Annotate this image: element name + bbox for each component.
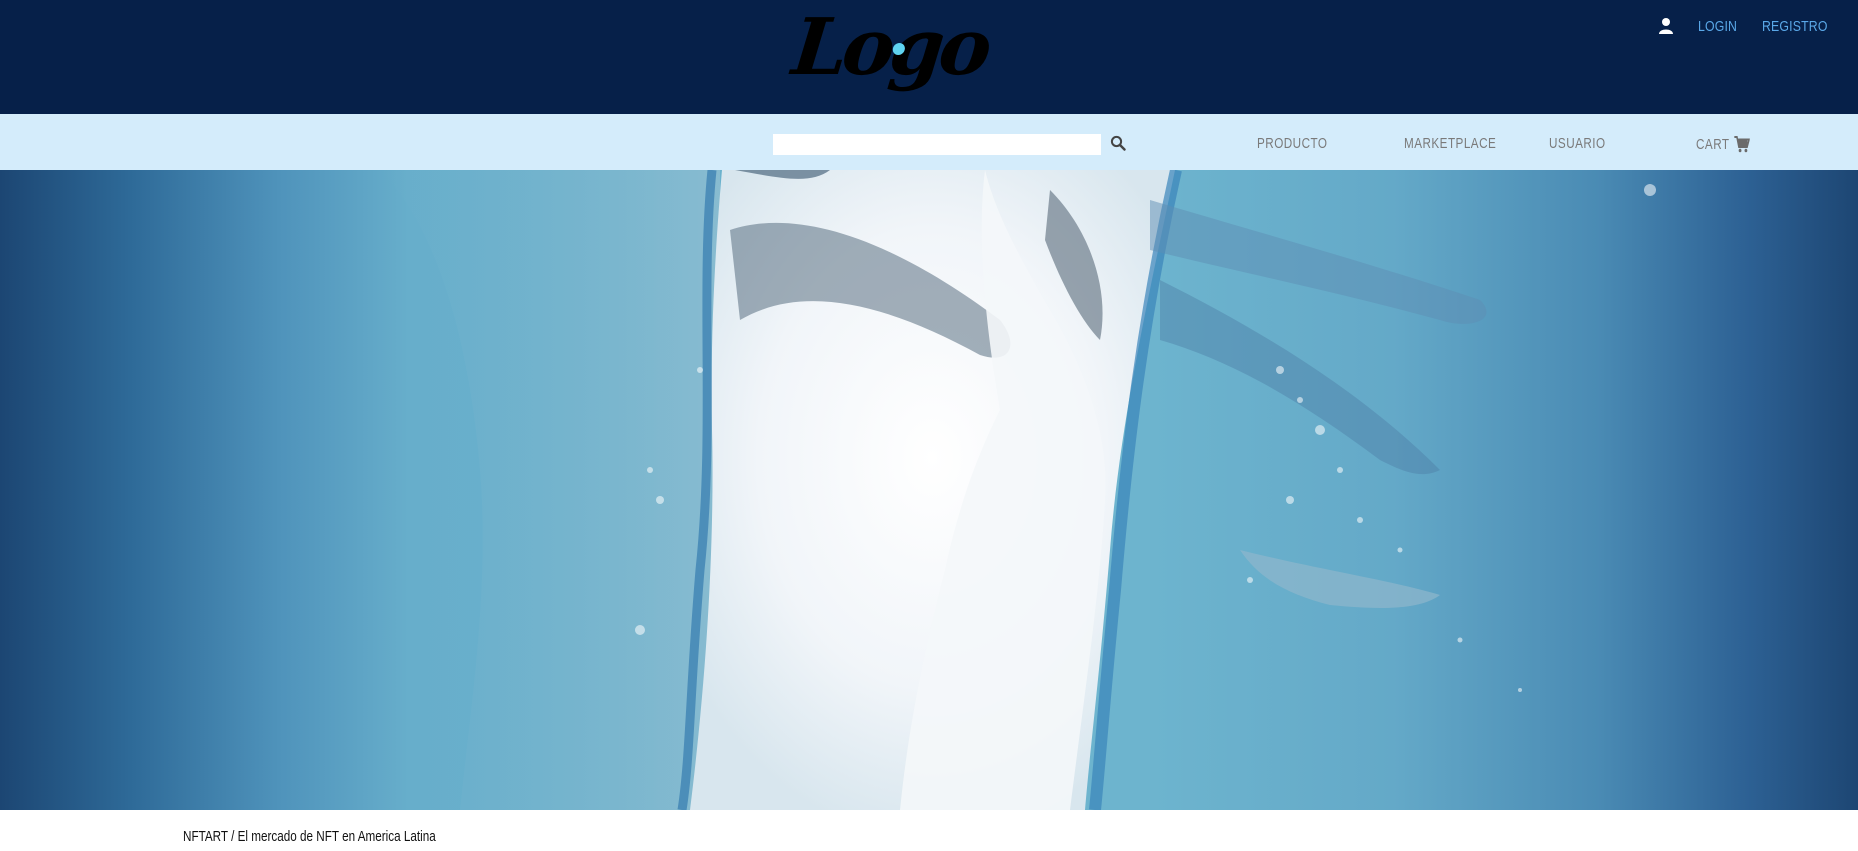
logo-text: Logo — [788, 2, 992, 93]
nav-item-usuario[interactable]: USUARIO — [1549, 135, 1606, 153]
nav-item-marketplace[interactable]: MARKETPLACE — [1404, 135, 1496, 153]
hero-image — [380, 170, 1656, 810]
nav-item-producto[interactable]: PRODUCTO — [1257, 135, 1327, 153]
hero-banner — [0, 170, 1858, 810]
register-link[interactable]: REGISTRO — [1762, 18, 1827, 35]
main-navbar: PRODUCTO MARKETPLACE USUARIO CART — [0, 114, 1858, 170]
user-icon[interactable] — [1658, 17, 1674, 35]
cart-label: CART — [1696, 135, 1730, 153]
account-links: LOGIN REGISTRO — [1658, 16, 1827, 36]
site-header: Logo LOGIN REGISTRO — [0, 0, 1858, 114]
search-icon[interactable] — [1110, 135, 1126, 151]
search-input[interactable] — [773, 134, 1101, 155]
cart-icon — [1734, 135, 1750, 152]
site-logo[interactable]: Logo — [786, 0, 991, 114]
login-link[interactable]: LOGIN — [1698, 18, 1737, 35]
site-tagline: NFTART / El mercado de NFT en America La… — [183, 828, 436, 845]
nav-item-cart[interactable]: CART — [1696, 135, 1750, 153]
